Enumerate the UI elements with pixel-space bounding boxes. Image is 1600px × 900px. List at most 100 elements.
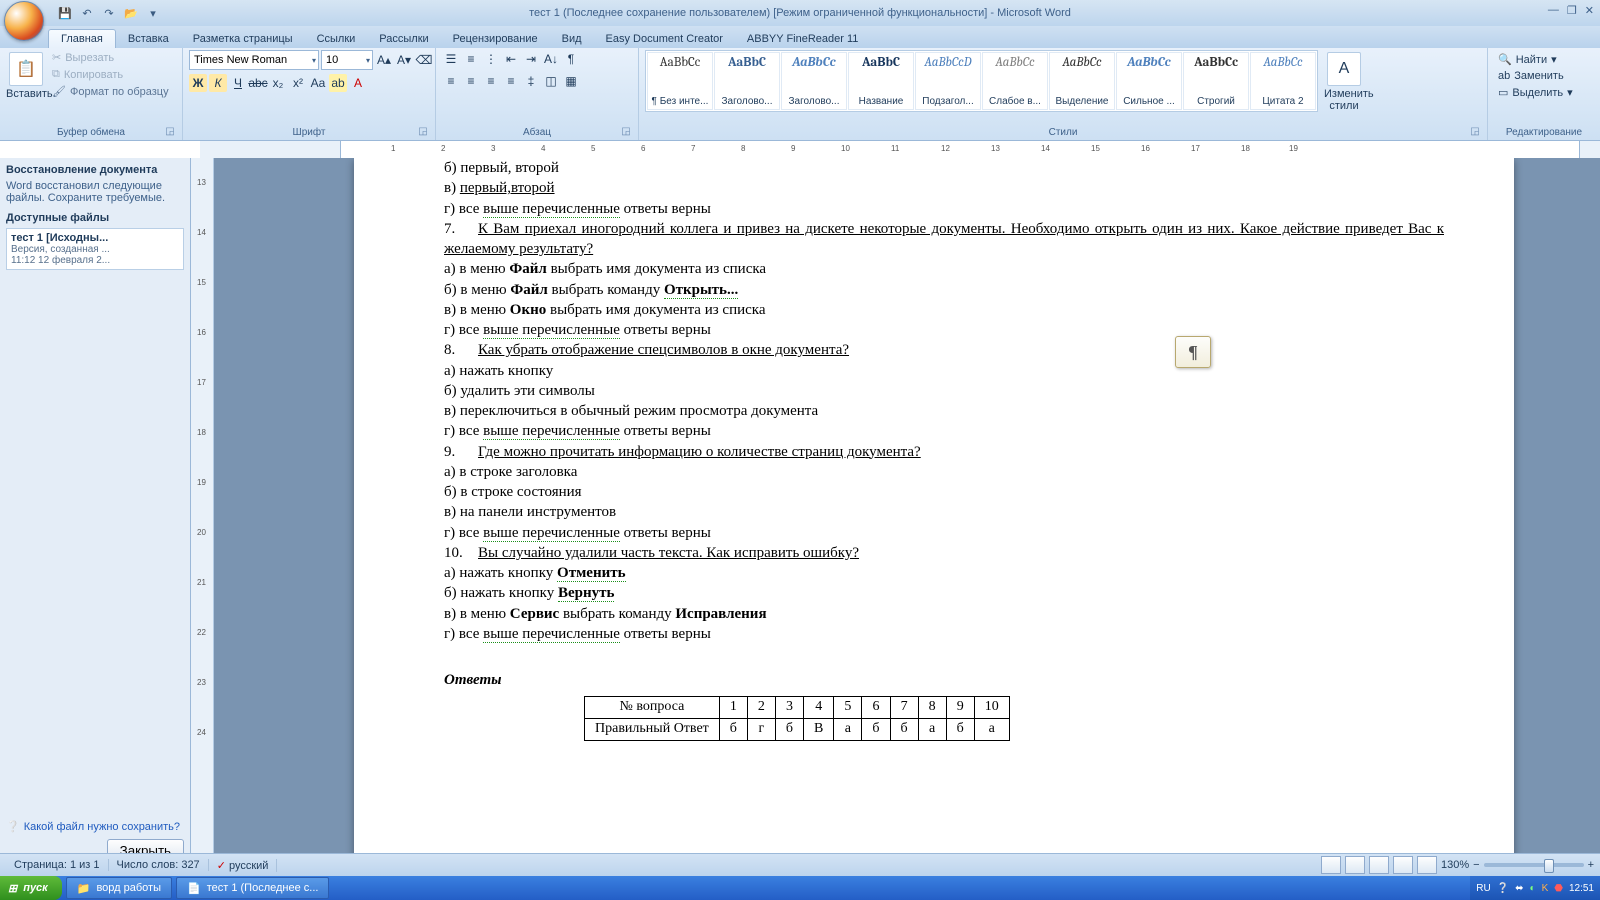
zoom-slider[interactable] [1484,863,1584,867]
format-painter-button[interactable]: 🖌Формат по образцу [50,84,171,99]
change-case-button[interactable]: Aa [309,74,327,92]
qat-open-icon[interactable]: 📂 [122,4,140,22]
strike-button[interactable]: abc [249,74,267,92]
tray-icon[interactable]: ⬣ [1554,883,1563,894]
qat-more-icon[interactable]: ▾ [144,4,162,22]
styles-gallery[interactable]: AaBbCc¶ Без инте... AaBbCЗаголово... AaB… [645,50,1318,112]
superscript-button[interactable]: x² [289,74,307,92]
zoom-in-button[interactable]: + [1588,859,1594,871]
copy-button[interactable]: ⧉Копировать [50,67,171,82]
status-lang[interactable]: ✓ русский [209,859,278,872]
page[interactable]: б) первый, второй в) первый,второй г) вс… [354,158,1514,868]
view-draft-button[interactable] [1417,856,1437,874]
font-color-button[interactable]: A [349,74,367,92]
tab-refs[interactable]: Ссылки [305,30,368,48]
align-center-button[interactable]: ≡ [462,72,480,90]
style-item[interactable]: AaBbCЗаголово... [714,52,780,110]
find-button[interactable]: 🔍Найти▾ [1494,52,1594,67]
pilcrow-button[interactable]: ¶ [562,50,580,68]
qat-undo-icon[interactable]: ↶ [78,4,96,22]
tray-icon[interactable]: ◐ [1530,883,1536,894]
style-item[interactable]: AaBbCc¶ Без инте... [647,52,713,110]
zoom-out-button[interactable]: − [1473,859,1479,871]
dialog-launcher-icon[interactable]: ◲ [620,126,632,138]
minimize-button[interactable]: — [1548,4,1559,17]
style-item[interactable]: AaBbCcСлабое в... [982,52,1048,110]
justify-button[interactable]: ≡ [502,72,520,90]
style-item[interactable]: AaBbCcВыделение [1049,52,1115,110]
vertical-ruler[interactable]: 131415161718192021222324 [191,158,214,868]
tray-icon[interactable]: ⬌ [1515,883,1523,894]
font-size-combo[interactable]: 10 [321,50,373,70]
cut-button[interactable]: ✂Вырезать [50,50,171,65]
style-item[interactable]: AaBbCcЦитата 2 [1250,52,1316,110]
taskbar-item[interactable]: 📄тест 1 (Последнее с... [176,877,329,899]
status-page[interactable]: Страница: 1 из 1 [6,859,109,871]
tab-review[interactable]: Рецензирование [441,30,550,48]
style-item[interactable]: AaBbCcЗаголово... [781,52,847,110]
underline-button[interactable]: Ч [229,74,247,92]
tray-icon[interactable]: ❔ [1497,883,1509,894]
tray-icon[interactable]: K [1542,883,1549,894]
subscript-button[interactable]: x₂ [269,74,287,92]
grow-font-icon[interactable]: A▴ [375,51,393,69]
view-print-button[interactable] [1321,856,1341,874]
indent-inc-button[interactable]: ⇥ [522,50,540,68]
numbering-button[interactable]: ≡ [462,50,480,68]
dialog-launcher-icon[interactable]: ◲ [417,126,429,138]
which-file-link[interactable]: ❔Какой файл нужно сохранить? [6,820,184,833]
tray-lang[interactable]: RU [1476,883,1490,894]
qat-save-icon[interactable]: 💾 [56,4,74,22]
clear-format-icon[interactable]: ⌫ [415,51,433,69]
tab-view[interactable]: Вид [550,30,594,48]
style-item[interactable]: AaBbCcСильное ... [1116,52,1182,110]
system-tray[interactable]: RU ❔ ⬌ ◐ K ⬣ 12:51 [1470,876,1600,900]
document-area[interactable]: б) первый, второй в) первый,второй г) вс… [214,158,1600,868]
font-name-combo[interactable]: Times New Roman [189,50,319,70]
sort-button[interactable]: A↓ [542,50,560,68]
shrink-font-icon[interactable]: A▾ [395,51,413,69]
zoom-level[interactable]: 130% [1441,859,1469,871]
line-spacing-button[interactable]: ‡ [522,72,540,90]
italic-button[interactable]: К [209,74,227,92]
office-button[interactable] [4,1,44,41]
dialog-launcher-icon[interactable]: ◲ [1469,126,1481,138]
tab-mail[interactable]: Рассылки [367,30,440,48]
help-icon: ❔ [6,820,20,833]
tab-abbyy[interactable]: ABBYY FineReader 11 [735,30,871,48]
view-web-button[interactable] [1369,856,1389,874]
change-styles-button[interactable]: А Изменить стили [1324,50,1364,112]
style-item[interactable]: AaBbCНазвание [848,52,914,110]
maximize-button[interactable]: ❐ [1567,4,1577,17]
taskbar-item[interactable]: 📁ворд работы [66,877,172,899]
select-button[interactable]: ▭Выделить▾ [1494,85,1594,100]
bullets-button[interactable]: ☰ [442,50,460,68]
tab-layout[interactable]: Разметка страницы [181,30,305,48]
folder-icon: 📁 [77,882,91,895]
recovered-file-item[interactable]: тест 1 [Исходны... Версия, созданная ...… [6,228,184,270]
align-right-button[interactable]: ≡ [482,72,500,90]
indent-dec-button[interactable]: ⇤ [502,50,520,68]
start-button[interactable]: ⊞пуск [0,876,62,900]
status-words[interactable]: Число слов: 327 [109,859,209,871]
tray-clock[interactable]: 12:51 [1569,883,1594,894]
floating-pilcrow-icon[interactable]: ¶ [1175,336,1211,368]
align-left-button[interactable]: ≡ [442,72,460,90]
qat-redo-icon[interactable]: ↷ [100,4,118,22]
tab-edc[interactable]: Easy Document Creator [594,30,735,48]
shading-button[interactable]: ◫ [542,72,560,90]
view-read-button[interactable] [1345,856,1365,874]
highlight-button[interactable]: ab [329,74,347,92]
style-item[interactable]: AaBbCcDПодзагол... [915,52,981,110]
tab-insert[interactable]: Вставка [116,30,181,48]
close-button[interactable]: ✕ [1585,4,1594,17]
style-item[interactable]: AaBbCcСтрогий [1183,52,1249,110]
view-outline-button[interactable] [1393,856,1413,874]
multilevel-button[interactable]: ⋮ [482,50,500,68]
replace-button[interactable]: abЗаменить [1494,69,1594,83]
bold-button[interactable]: Ж [189,74,207,92]
borders-button[interactable]: ▦ [562,72,580,90]
paste-button[interactable]: 📋 Вставить [6,50,46,100]
tab-home[interactable]: Главная [48,29,116,48]
dialog-launcher-icon[interactable]: ◲ [164,126,176,138]
